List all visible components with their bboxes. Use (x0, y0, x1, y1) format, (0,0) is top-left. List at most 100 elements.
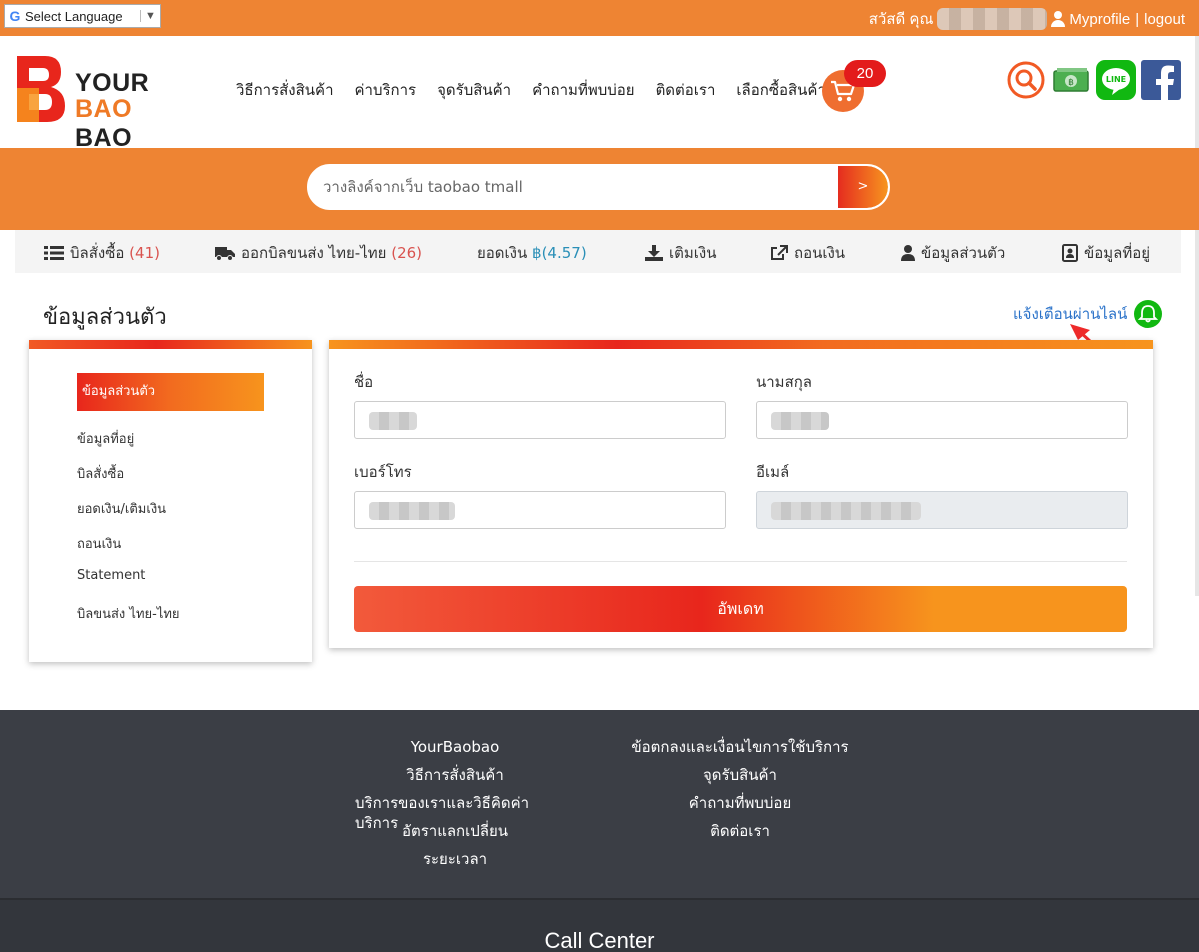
logo-text-line2: BAO BAO (75, 95, 195, 153)
sidebar-item-statement[interactable]: Statement (77, 568, 145, 583)
form-gradient-bar (329, 340, 1153, 349)
search-submit-button[interactable]: > (838, 166, 888, 208)
language-select-label: Select Language (25, 8, 123, 24)
footer-link-terms[interactable]: ข้อตกลงและเงื่อนไขการใช้บริการ (631, 737, 848, 765)
logout-link[interactable]: logout (1144, 11, 1185, 28)
sidebar-gradient-bar (29, 340, 312, 349)
blurred-value (771, 502, 921, 520)
facebook-icon[interactable] (1141, 60, 1181, 100)
truck-icon (215, 247, 235, 261)
footer-links-right: ข้อตกลงและเงื่อนไขการใช้บริการ จุดรับสิน… (630, 737, 850, 849)
subnav-topup-label: เติมเงิน (669, 244, 717, 262)
footer-link-duration[interactable]: ระยะเวลา (423, 849, 487, 877)
myprofile-link[interactable]: Myprofile (1069, 11, 1130, 28)
google-icon: G (9, 8, 21, 24)
footer-link-pickup-points[interactable]: จุดรับสินค้า (703, 765, 777, 793)
search-box: > (307, 164, 890, 210)
subnav-shipping-label: ออกบิลขนส่ง ไทย-ไทย (241, 244, 387, 262)
profile-form: ชื่อ นามสกุล เบอร์โทร อีเมล์ อัพเดท (329, 340, 1153, 648)
form-divider (354, 561, 1127, 562)
footer-link-services-fees[interactable]: บริการของเราและวิธีคิดค่าบริการ (355, 793, 555, 832)
phone-field[interactable] (354, 491, 726, 529)
footer-call-center: Call Center (0, 898, 1199, 952)
user-icon (1051, 11, 1066, 27)
footer-link-faq[interactable]: คำถามที่พบบ่อย (689, 793, 791, 821)
sidebar-item-profile[interactable]: ข้อมูลส่วนตัว (77, 373, 264, 411)
search-input[interactable] (309, 166, 839, 208)
nav-faq[interactable]: คำถามที่พบบ่อย (532, 78, 634, 102)
subnav-balance-value: ฿(4.57) (532, 244, 587, 262)
subnav-profile[interactable]: ข้อมูลส่วนตัว (901, 241, 1005, 265)
account-subnav: บิลสั่งซื้อ (41) ออกบิลขนส่ง ไทย-ไทย (26… (15, 230, 1181, 273)
bell-icon (1134, 300, 1163, 328)
greeting-text: สวัสดี คุณ (868, 11, 934, 28)
subnav-balance-label: ยอดเงิน (477, 244, 528, 262)
search-circle-icon[interactable] (1006, 60, 1046, 100)
svg-text:฿: ฿ (1068, 78, 1074, 88)
subnav-shipping-count: (26) (391, 244, 423, 262)
email-field (756, 491, 1128, 529)
subnav-balance[interactable]: ยอดเงิน ฿(4.57) (477, 241, 587, 265)
blurred-value (369, 502, 455, 520)
line-app-icon[interactable]: LINE (1096, 60, 1136, 100)
subnav-orders-count: (41) (129, 244, 160, 262)
logo-text-bao1: BAO (75, 95, 133, 123)
sidebar-item-withdraw[interactable]: ถอนเงิน (77, 533, 121, 554)
footer-link-how-to-order[interactable]: วิธีการสั่งสินค้า (406, 765, 504, 793)
phone-label: เบอร์โทร (354, 463, 412, 481)
first-name-field[interactable] (354, 401, 726, 439)
subnav-profile-label: ข้อมูลส่วนตัว (921, 244, 1006, 262)
subnav-address[interactable]: ข้อมูลที่อยู่ (1062, 241, 1150, 265)
sidebar-item-orders[interactable]: บิลสั่งซื้อ (77, 463, 124, 484)
subnav-withdraw-label: ถอนเงิน (794, 244, 846, 262)
user-icon (901, 245, 915, 261)
last-name-field[interactable] (756, 401, 1128, 439)
footer-links-left: YourBaobao วิธีการสั่งสินค้า บริการของเร… (355, 737, 555, 877)
nav-service-fees[interactable]: ค่าบริการ (355, 78, 417, 102)
logo-text-line1: YOUR (75, 69, 150, 97)
top-bar: G Select Language ▼ สวัสดี คุณ Myprofile… (0, 0, 1199, 36)
link-separator: | (1135, 10, 1140, 28)
scrollbar-track[interactable] (1195, 36, 1199, 596)
subnav-orders-label: บิลสั่งซื้อ (70, 244, 125, 262)
sidebar-item-shipping-bills[interactable]: บิลขนส่ง ไทย-ไทย (77, 603, 180, 624)
blurred-username (937, 8, 1048, 30)
list-icon (44, 246, 64, 260)
subnav-address-label: ข้อมูลที่อยู่ (1084, 244, 1151, 262)
page-title: ข้อมูลส่วนตัว (43, 305, 167, 330)
subnav-topup[interactable]: เติมเงิน (645, 241, 716, 265)
subnav-shipping[interactable]: ออกบิลขนส่ง ไทย-ไทย (26) (215, 241, 422, 265)
footer-link-contact[interactable]: ติดต่อเรา (710, 821, 770, 849)
footer-link-yourbaobao[interactable]: YourBaobao (411, 737, 500, 765)
profile-sidebar: ข้อมูลส่วนตัว ข้อมูลที่อยู่ บิลสั่งซื้อ … (29, 340, 312, 662)
logo-b-mark (17, 56, 65, 122)
update-button[interactable]: อัพเดท (354, 586, 1127, 632)
blurred-value (771, 412, 829, 430)
subnav-orders[interactable]: บิลสั่งซื้อ (41) (44, 241, 160, 265)
email-label: อีเมล์ (756, 463, 790, 481)
footer-link-exchange-rate[interactable]: อัตราแลกเปลี่ยน (402, 821, 508, 849)
svg-text:LINE: LINE (1106, 75, 1126, 84)
sidebar-item-address[interactable]: ข้อมูลที่อยู่ (77, 428, 134, 449)
user-greeting: สวัสดี คุณ Myprofile | logout (869, 7, 1185, 31)
chevron-down-icon: ▼ (140, 10, 160, 22)
sidebar-item-balance-topup[interactable]: ยอดเงิน/เติมเงิน (77, 498, 166, 519)
call-center-title: Call Center (544, 928, 655, 952)
language-select[interactable]: G Select Language ▼ (4, 4, 161, 28)
cart-count-badge: 20 (844, 60, 886, 87)
external-link-icon (771, 245, 788, 260)
download-icon (645, 245, 663, 261)
nav-shop[interactable]: เลือกซื้อสินค้า (736, 78, 825, 102)
first-name-label: ชื่อ (354, 373, 374, 391)
money-icon[interactable]: ฿ (1051, 60, 1091, 100)
nav-contact[interactable]: ติดต่อเรา (656, 78, 716, 102)
address-book-icon (1062, 244, 1078, 262)
blurred-value (369, 412, 417, 430)
nav-pickup-points[interactable]: จุดรับสินค้า (437, 78, 511, 102)
main-nav: วิธีการสั่งสินค้า ค่าบริการ จุดรับสินค้า… (236, 78, 826, 102)
site-logo[interactable]: YOUR BAO BAO (15, 54, 195, 152)
site-footer: YourBaobao วิธีการสั่งสินค้า บริการของเร… (0, 710, 1199, 898)
nav-how-to-order[interactable]: วิธีการสั่งสินค้า (236, 78, 334, 102)
last-name-label: นามสกุล (756, 373, 812, 391)
subnav-withdraw[interactable]: ถอนเงิน (770, 241, 845, 265)
